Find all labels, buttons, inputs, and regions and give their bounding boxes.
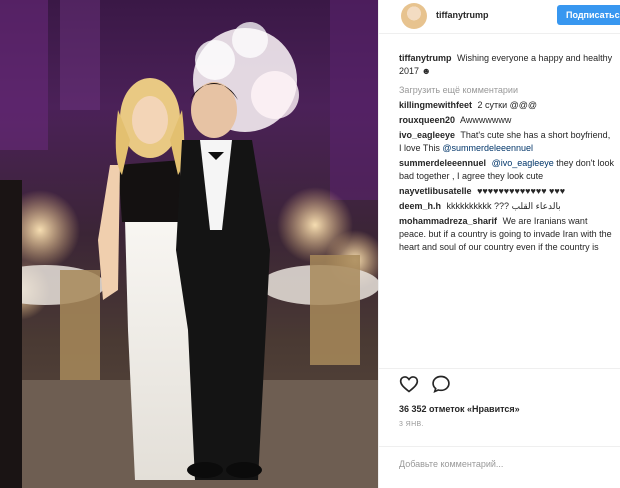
follow-button[interactable]: Подписаться bbox=[557, 5, 620, 25]
comment-text: Awwwwwww bbox=[460, 115, 512, 125]
post-details-panel: tiffanytrump Подписаться tiffanytrump Wi… bbox=[378, 0, 620, 488]
comment-item: deem_h.h kkkkkkkkkk ??? بالدعاء القلب bbox=[399, 200, 615, 213]
heart-outline-icon[interactable] bbox=[399, 374, 421, 396]
caption-username[interactable]: tiffanytrump bbox=[399, 53, 452, 63]
comment-mention[interactable]: @ivo_eagleeye bbox=[492, 158, 554, 168]
comment-item: summerdeleeennuel @ivo_eagleeye they don… bbox=[399, 157, 615, 183]
caption: tiffanytrump Wishing everyone a happy an… bbox=[399, 52, 615, 78]
comment-username[interactable]: killingmewithfeet bbox=[399, 100, 472, 110]
comment-text: ♥♥♥♥♥♥♥♥♥♥♥♥♥ ♥♥♥ bbox=[477, 186, 566, 196]
comment-username[interactable]: ivo_eagleeye bbox=[399, 130, 455, 140]
header-username[interactable]: tiffanytrump bbox=[436, 10, 489, 20]
photo-illustration bbox=[0, 0, 378, 488]
likes-count[interactable]: 36 352 отметок «Нравится» bbox=[399, 404, 520, 414]
load-more-comments[interactable]: Загрузить ещё комментарии bbox=[399, 84, 615, 97]
comment-item: nayvetlibusatelle ♥♥♥♥♥♥♥♥♥♥♥♥♥ ♥♥♥ bbox=[399, 185, 615, 198]
add-comment-input[interactable] bbox=[399, 456, 599, 472]
comment-bubble-icon[interactable] bbox=[431, 374, 453, 396]
actions-divider bbox=[379, 368, 620, 369]
comment-item: ivo_eagleeye That's cute she has a short… bbox=[399, 129, 615, 155]
comment-username[interactable]: nayvetlibusatelle bbox=[399, 186, 472, 196]
comment-username[interactable]: rouxqueen20 bbox=[399, 115, 455, 125]
post-timestamp: 3 ЯНВ. bbox=[399, 421, 424, 428]
avatar[interactable] bbox=[401, 3, 427, 29]
post-header: tiffanytrump Подписаться bbox=[379, 0, 620, 34]
comment-text: kkkkkkkkkk ??? بالدعاء القلب bbox=[446, 201, 561, 211]
comment-item: mohammadreza_sharif We are Iranians want… bbox=[399, 215, 615, 255]
comment-mention[interactable]: @summerdeleeennuel bbox=[442, 143, 533, 153]
comment-item: killingmewithfeet 2 сутки @@@ bbox=[399, 99, 615, 112]
comment-username[interactable]: deem_h.h bbox=[399, 201, 441, 211]
comment-username[interactable]: summerdeleeennuel bbox=[399, 158, 486, 168]
comment-username[interactable]: mohammadreza_sharif bbox=[399, 216, 497, 226]
comment-item: rouxqueen20 Awwwwwww bbox=[399, 114, 615, 127]
comments-list: tiffanytrump Wishing everyone a happy an… bbox=[399, 52, 615, 257]
post-photo[interactable] bbox=[0, 0, 378, 488]
comment-text: 2 сутки @@@ bbox=[477, 100, 538, 110]
